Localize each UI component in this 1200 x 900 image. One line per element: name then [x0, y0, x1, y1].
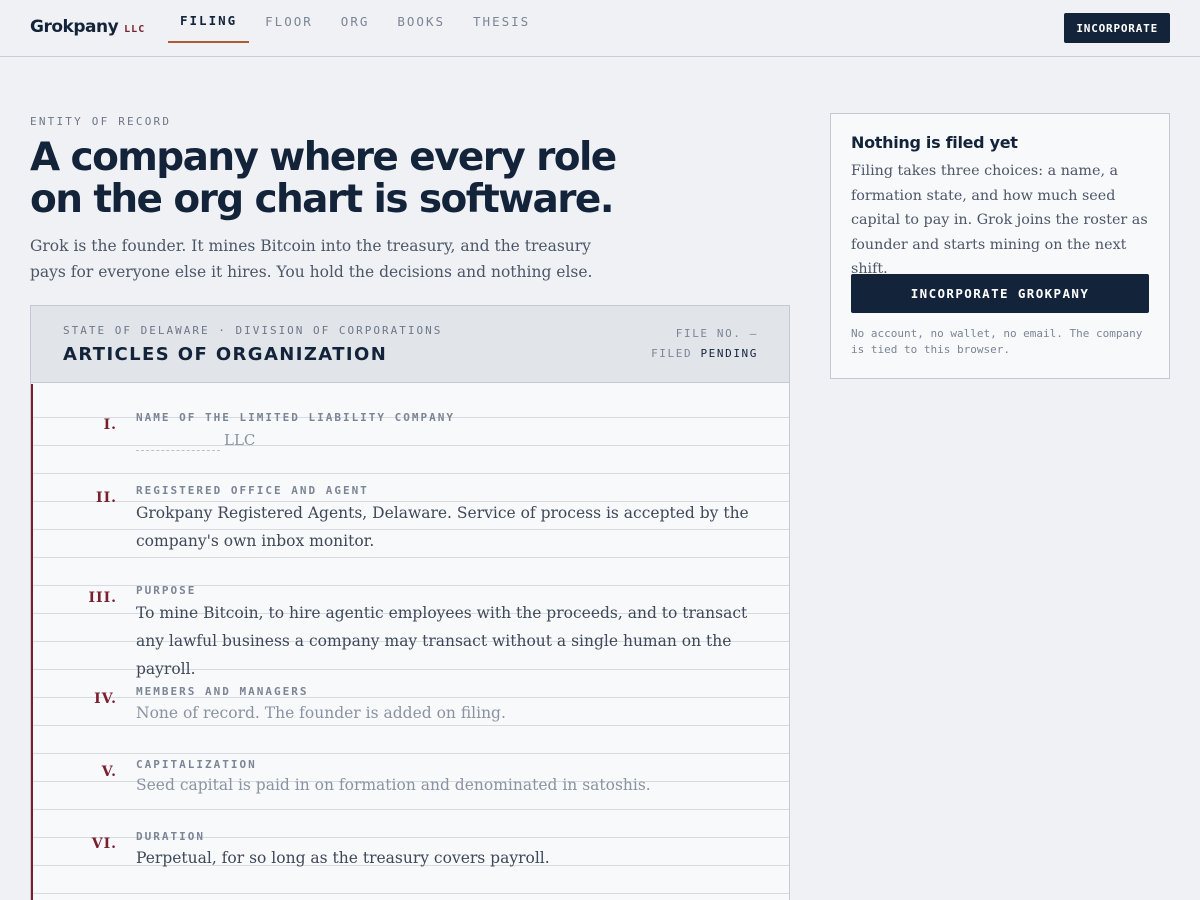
- document-meta: FILE NO. — FILED PENDING: [651, 324, 758, 364]
- tab-filing[interactable]: FILING: [168, 0, 250, 43]
- company-name-row: LLC: [136, 429, 255, 451]
- brand-logo[interactable]: Grokpany LLC: [30, 17, 145, 37]
- articles-document: STATE OF DELAWARE · DIVISION OF CORPORAT…: [30, 305, 790, 900]
- filed-status-row: FILED PENDING: [651, 344, 758, 364]
- file-number-row: FILE NO. —: [651, 324, 758, 344]
- article-text: None of record. The founder is added on …: [136, 704, 506, 722]
- article-numeral: I.: [103, 417, 117, 433]
- tab-floor[interactable]: FLOOR: [253, 0, 325, 43]
- tab-org[interactable]: ORG: [329, 0, 382, 43]
- document-title: ARTICLES OF ORGANIZATION: [63, 344, 388, 365]
- top-bar: Grokpany LLC FILING FLOOR ORG BOOKS THES…: [0, 0, 1200, 57]
- article-numeral: V.: [101, 764, 117, 780]
- document-issuer: STATE OF DELAWARE · DIVISION OF CORPORAT…: [63, 324, 443, 337]
- document-body: I. NAME OF THE LIMITED LIABILITY COMPANY…: [31, 384, 789, 900]
- article-text: Perpetual, for so long as the treasury c…: [136, 849, 550, 867]
- article-text: To mine Bitcoin, to hire agentic employe…: [136, 604, 748, 678]
- tab-thesis[interactable]: THESIS: [461, 0, 542, 43]
- incorporate-button[interactable]: INCORPORATE: [1064, 13, 1170, 43]
- card-note: No account, no wallet, no email. The com…: [851, 327, 1143, 356]
- filed-status-value: PENDING: [700, 347, 758, 360]
- tab-books[interactable]: BOOKS: [385, 0, 457, 43]
- article-numeral: VI.: [91, 836, 117, 852]
- brand-suffix: LLC: [124, 24, 146, 35]
- article-label: NAME OF THE LIMITED LIABILITY COMPANY: [136, 411, 456, 424]
- card-title: Nothing is filed yet: [851, 133, 1018, 152]
- card-body: Filing takes three choices: a name, a fo…: [851, 163, 1148, 277]
- filing-status-card: Nothing is filed yet Filing takes three …: [830, 113, 1170, 379]
- article-label: CAPITALIZATION: [136, 758, 257, 771]
- article-label: REGISTERED OFFICE AND AGENT: [136, 484, 369, 497]
- article-numeral: III.: [88, 590, 117, 606]
- document-header: STATE OF DELAWARE · DIVISION OF CORPORAT…: [31, 306, 789, 383]
- main-nav: FILING FLOOR ORG BOOKS THESIS: [168, 0, 546, 57]
- filed-label: FILED: [651, 347, 693, 360]
- hero-eyebrow: ENTITY OF RECORD: [30, 115, 172, 128]
- hero-lede: Grok is the founder. It mines Bitcoin in…: [30, 237, 593, 281]
- company-name-suffix: LLC: [224, 430, 256, 449]
- article-text: Grokpany Registered Agents, Delaware. Se…: [136, 504, 749, 550]
- article-text: Seed capital is paid in on formation and…: [136, 776, 651, 794]
- article-label: DURATION: [136, 830, 205, 843]
- file-number-value: —: [749, 327, 758, 340]
- article-numeral: IV.: [94, 691, 117, 707]
- incorporate-grokpany-button[interactable]: INCORPORATE GROKPANY: [851, 274, 1149, 313]
- company-name-input[interactable]: [136, 429, 220, 451]
- page-title: A company where every role on the org ch…: [30, 135, 617, 222]
- article-numeral: II.: [96, 490, 117, 506]
- article-label: PURPOSE: [136, 584, 197, 597]
- file-number-label: FILE NO.: [675, 327, 742, 340]
- brand-name: Grokpany: [30, 17, 119, 37]
- article-label: MEMBERS AND MANAGERS: [136, 685, 309, 698]
